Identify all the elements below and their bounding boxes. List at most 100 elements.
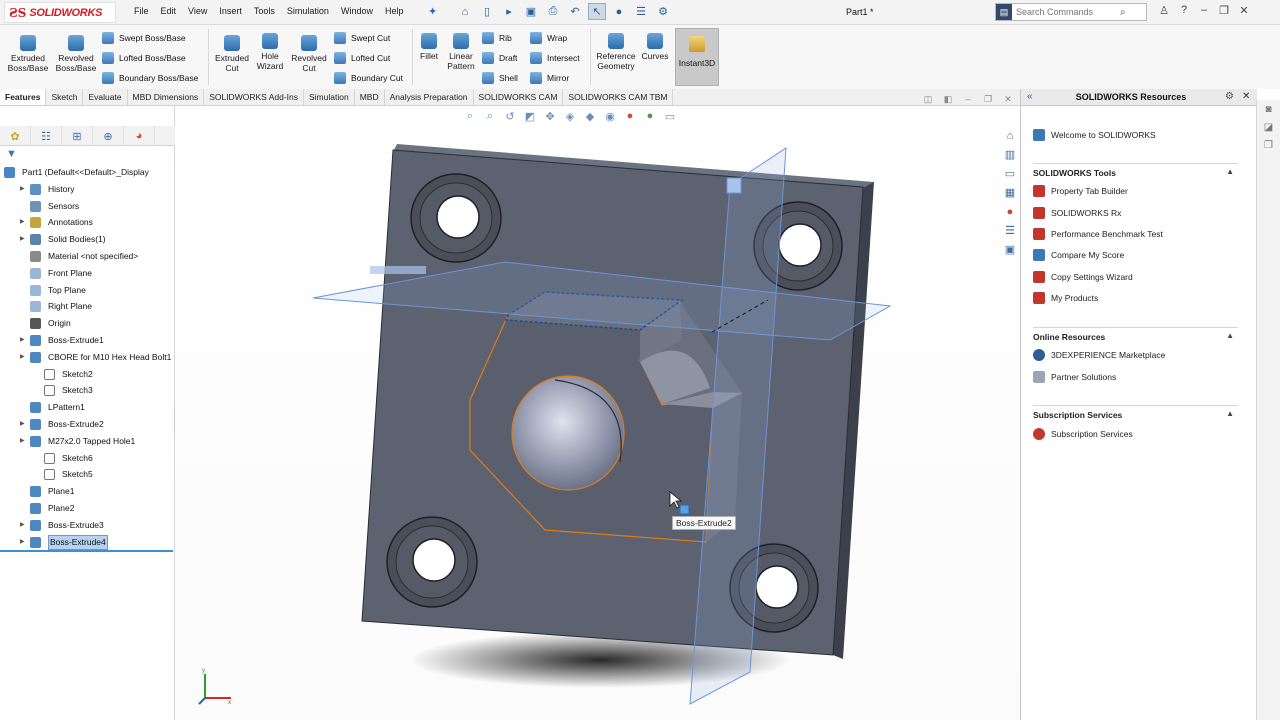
counterbore-hole-bottom-left[interactable] <box>386 516 478 608</box>
save-icon[interactable]: ▣ <box>522 3 540 20</box>
apply-scene-icon[interactable]: ● <box>640 110 660 123</box>
lofted-cut-button[interactable]: Lofted Cut <box>334 51 390 65</box>
tree-item[interactable]: LPattern1 <box>0 399 175 416</box>
copy-icon[interactable]: ❐ <box>1262 140 1276 154</box>
curves-button[interactable]: Curves <box>640 33 670 61</box>
boundary-boss-button[interactable]: Boundary Boss/Base <box>102 71 198 85</box>
edit-appearance-icon[interactable]: ● <box>620 110 640 123</box>
swept-boss-button[interactable]: Swept Boss/Base <box>102 31 186 45</box>
layers-icon[interactable]: ◪ <box>1262 122 1276 136</box>
menu-window[interactable]: Window <box>341 6 373 16</box>
performance-benchmark-link[interactable]: Performance Benchmark Test <box>1033 226 1163 242</box>
menu-view[interactable]: View <box>188 6 207 16</box>
tree-item[interactable]: ▶ CBORE for M10 Hex Head Bolt1 <box>0 349 175 366</box>
tree-item[interactable]: ▶ M27x2.0 Tapped Hole1 <box>0 433 175 450</box>
display-style-icon[interactable]: ◆ <box>580 110 600 123</box>
lofted-boss-button[interactable]: Lofted Boss/Base <box>102 51 186 65</box>
extruded-boss-button[interactable]: Extruded Boss/Base <box>6 35 50 73</box>
copy-settings-wizard-link[interactable]: Copy Settings Wizard <box>1033 269 1133 285</box>
help-icon[interactable]: ? <box>1174 4 1194 17</box>
wrap-button[interactable]: Wrap <box>530 31 567 45</box>
solidworks-resources-icon[interactable]: ⌂ <box>1002 128 1018 144</box>
new-document-icon[interactable]: ▯ <box>478 3 496 20</box>
swept-cut-button[interactable]: Swept Cut <box>334 31 390 45</box>
previous-view-icon[interactable]: ↺ <box>500 110 520 123</box>
expand-arrow-icon[interactable]: ▶ <box>20 231 28 248</box>
camera-icon[interactable]: ◙ <box>1262 104 1276 118</box>
appearances-icon[interactable]: ● <box>1002 204 1018 220</box>
select-icon[interactable]: ↖ <box>588 3 606 20</box>
counterbore-hole-top-left[interactable] <box>410 173 502 263</box>
shell-button[interactable]: Shell <box>482 71 518 85</box>
zoom-to-fit-icon[interactable]: ⌕ <box>460 110 480 123</box>
expand-arrow-icon[interactable]: ▶ <box>20 416 28 433</box>
tree-item[interactable]: Material <not specified> <box>0 248 175 265</box>
solidworks-forum-icon[interactable]: ▣ <box>1002 242 1018 258</box>
design-library-icon[interactable]: ▥ <box>1002 147 1018 163</box>
section-collapse-icon[interactable]: ▲ <box>1226 331 1234 340</box>
tab-solidworks-cam-tbm[interactable]: SOLIDWORKS CAM TBM <box>563 89 674 105</box>
tab-mbd-dimensions[interactable]: MBD Dimensions <box>128 89 205 105</box>
menu-help[interactable]: Help <box>385 6 404 16</box>
file-explorer-icon[interactable]: ▭ <box>1002 166 1018 182</box>
tree-item[interactable]: Top Plane <box>0 282 175 299</box>
online-resources-section[interactable]: Online Resources ▲ <box>1033 327 1238 342</box>
close-icon[interactable]: ✕ <box>1234 4 1254 17</box>
user-icon[interactable]: ♙ <box>1154 4 1174 17</box>
tree-item[interactable]: ▶ Boss-Extrude1 <box>0 332 175 349</box>
pane-pin-icon[interactable]: ✕ <box>1242 91 1250 102</box>
tree-item[interactable]: Sketch5 <box>0 466 175 483</box>
tree-item[interactable]: ▶ Boss-Extrude4 <box>0 534 175 551</box>
expand-arrow-icon[interactable]: ▶ <box>20 534 28 551</box>
section-view-icon[interactable]: ◩ <box>520 110 540 123</box>
linear-pattern-button[interactable]: Linear Pattern <box>444 33 478 71</box>
pin-menu-icon[interactable]: ✦ <box>428 5 437 18</box>
tab-sketch[interactable]: Sketch <box>46 89 84 105</box>
tree-item[interactable]: Sketch2 <box>0 366 175 383</box>
reference-geometry-button[interactable]: Reference Geometry <box>594 33 638 71</box>
expand-arrow-icon[interactable]: ▶ <box>20 332 28 349</box>
tree-item[interactable]: Plane1 <box>0 483 175 500</box>
expand-arrow-icon[interactable]: ▶ <box>20 181 28 198</box>
tree-item[interactable]: ▶ Solid Bodies(1) <box>0 231 175 248</box>
section-collapse-icon[interactable]: ▲ <box>1226 409 1234 418</box>
search-commands-box[interactable]: ▤ ⌕ <box>995 3 1147 21</box>
rebuild-icon[interactable]: ● <box>610 3 628 20</box>
my-products-link[interactable]: My Products <box>1033 290 1098 306</box>
rib-button[interactable]: Rib <box>482 31 512 45</box>
3dexperience-marketplace-link[interactable]: 3DEXPERIENCE Marketplace <box>1033 347 1165 363</box>
tree-item[interactable]: Sensors <box>0 198 175 215</box>
expand-arrow-icon[interactable]: ▶ <box>20 433 28 450</box>
menu-tools[interactable]: Tools <box>254 6 275 16</box>
solidworks-rx-link[interactable]: SOLIDWORKS Rx <box>1033 205 1121 221</box>
filter-icon[interactable]: ▼ <box>6 148 17 160</box>
tab-simulation[interactable]: Simulation <box>304 89 355 105</box>
instant3d-button[interactable]: Instant3D <box>675 28 719 86</box>
custom-properties-icon[interactable]: ☰ <box>1002 223 1018 239</box>
tile-icon[interactable]: ◫ <box>918 94 938 105</box>
tree-item[interactable]: ▶ Annotations <box>0 214 175 231</box>
configuration-manager-tab-icon[interactable]: ⊞ <box>62 126 93 146</box>
viewport-minimize-icon[interactable]: – <box>958 94 978 105</box>
tree-item[interactable]: ▶ Boss-Extrude2 <box>0 416 175 433</box>
tree-item[interactable]: ▶ History <box>0 181 175 198</box>
minimize-icon[interactable]: – <box>1194 4 1214 17</box>
graphics-area[interactable]: ⌕ ⌕ ↺ ◩ ✥ ◈ ◆ ◉ ● ● ▭ Boss-Extrude2 y x <box>175 106 1020 720</box>
search-input[interactable] <box>1012 7 1120 17</box>
options-icon[interactable]: ⚙ <box>654 3 672 20</box>
tree-item[interactable]: Part1 (Default<<Default>_Display <box>0 164 175 181</box>
boundary-cut-button[interactable]: Boundary Cut <box>334 71 403 85</box>
menu-file[interactable]: File <box>134 6 149 16</box>
tree-item[interactable]: Origin <box>0 315 175 332</box>
tree-item[interactable]: Right Plane <box>0 298 175 315</box>
solidworks-logo[interactable]: ƧS SOLIDWORKS <box>4 2 116 23</box>
restore-icon[interactable]: ❐ <box>1214 4 1234 17</box>
intersect-button[interactable]: Intersect <box>530 51 580 65</box>
viewport-restore-icon[interactable]: ❐ <box>978 94 998 105</box>
dynamic-annotation-icon[interactable]: ✥ <box>540 110 560 123</box>
compare-my-score-link[interactable]: Compare My Score <box>1033 247 1124 263</box>
welcome-link[interactable]: Welcome to SOLIDWORKS <box>1033 127 1156 143</box>
tab-solidworks-add-ins[interactable]: SOLIDWORKS Add-Ins <box>204 89 304 105</box>
viewport-close-icon[interactable]: ✕ <box>998 94 1018 105</box>
zoom-to-area-icon[interactable]: ⌕ <box>480 110 500 123</box>
